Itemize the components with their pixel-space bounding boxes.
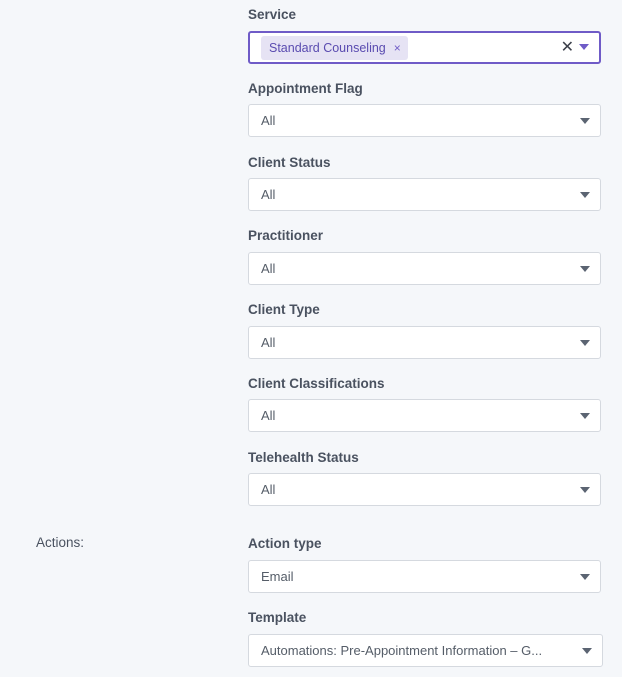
client-classifications-label: Client Classifications: [248, 376, 385, 391]
action-type-label: Action type: [248, 536, 322, 551]
practitioner-select[interactable]: All: [248, 252, 601, 285]
chevron-down-icon[interactable]: [580, 413, 590, 419]
telehealth-status-value: All: [261, 482, 276, 497]
chevron-down-icon[interactable]: [580, 340, 590, 346]
client-classifications-value: All: [261, 408, 276, 423]
action-type-select[interactable]: Email: [248, 560, 601, 593]
template-field: Template Automations: Pre-Appointment In…: [248, 609, 603, 667]
appointment-flag-select[interactable]: All: [248, 104, 601, 137]
template-select[interactable]: Automations: Pre-Appointment Information…: [248, 634, 603, 667]
telehealth-status-label: Telehealth Status: [248, 450, 359, 465]
appointment-flag-label: Appointment Flag: [248, 81, 363, 96]
practitioner-field: Practitioner All: [248, 227, 601, 285]
template-value: Automations: Pre-Appointment Information…: [261, 643, 543, 658]
client-classifications-field: Client Classifications All: [248, 375, 601, 432]
action-type-value: Email: [261, 569, 294, 584]
service-tag-label: Standard Counseling: [269, 41, 386, 55]
action-type-field: Action type Email: [248, 535, 601, 593]
telehealth-status-select[interactable]: All: [248, 473, 601, 506]
actions-section-label: Actions:: [36, 535, 85, 550]
automation-filters-form: Service Standard Counseling × ✕ Appointme…: [0, 0, 622, 677]
client-classifications-select[interactable]: All: [248, 399, 601, 432]
chevron-down-icon[interactable]: [580, 574, 590, 580]
practitioner-label: Practitioner: [248, 228, 324, 243]
service-label: Service: [248, 7, 297, 22]
chevron-down-icon[interactable]: [582, 648, 592, 654]
client-status-label: Client Status: [248, 155, 331, 170]
service-field: Service Standard Counseling × ✕: [248, 6, 601, 64]
chevron-down-icon[interactable]: [579, 44, 589, 50]
chevron-down-icon[interactable]: [580, 266, 590, 272]
tag-remove-icon[interactable]: ×: [394, 36, 401, 60]
practitioner-value: All: [261, 261, 276, 276]
client-type-select[interactable]: All: [248, 326, 601, 359]
client-status-value: All: [261, 187, 276, 202]
chevron-down-icon[interactable]: [580, 118, 590, 124]
service-select[interactable]: Standard Counseling × ✕: [248, 31, 601, 64]
client-status-select[interactable]: All: [248, 178, 601, 211]
client-type-label: Client Type: [248, 302, 320, 317]
service-tag: Standard Counseling ×: [261, 36, 408, 60]
telehealth-status-field: Telehealth Status All: [248, 449, 601, 506]
chevron-down-icon[interactable]: [580, 192, 590, 198]
client-type-field: Client Type All: [248, 301, 601, 359]
client-status-field: Client Status All: [248, 154, 601, 211]
appointment-flag-value: All: [261, 113, 276, 128]
template-label: Template: [248, 610, 307, 625]
appointment-flag-field: Appointment Flag All: [248, 80, 601, 137]
clear-icon[interactable]: ✕: [561, 37, 574, 59]
chevron-down-icon[interactable]: [580, 487, 590, 493]
client-type-value: All: [261, 335, 276, 350]
